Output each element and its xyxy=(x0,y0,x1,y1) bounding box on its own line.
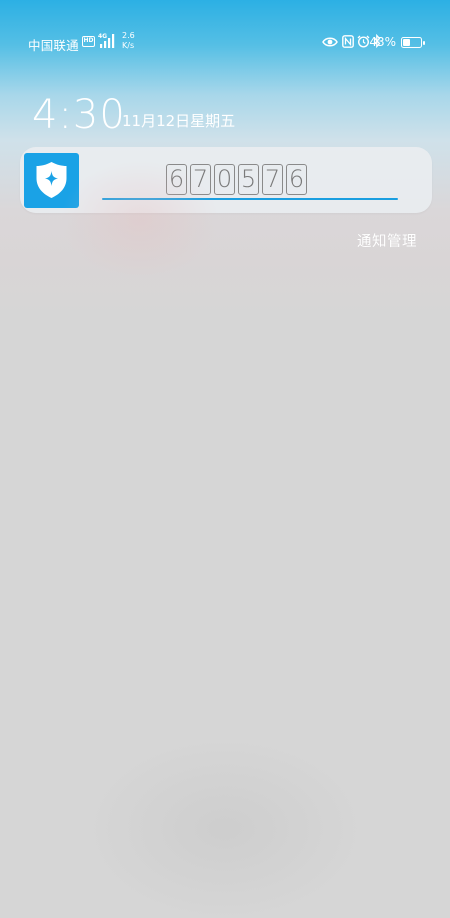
carrier-name: 中国联通 xyxy=(28,38,79,53)
lockscreen-time: 4:30 xyxy=(32,92,126,138)
eye-icon xyxy=(322,37,338,47)
network-speed: 2.6 K/s xyxy=(122,31,135,51)
code-digit: 7 xyxy=(190,164,211,195)
status-bar: 中国联通 HD 4G 2.6 K/s 43% xyxy=(0,28,450,56)
battery-percent: 43% xyxy=(369,35,396,49)
lockscreen-date: 11月12日星期五 xyxy=(122,112,236,130)
background-glow xyxy=(60,720,390,918)
shield-star-icon xyxy=(36,162,67,198)
signal-icon xyxy=(100,34,115,48)
code-digit: 6 xyxy=(286,164,307,195)
hd-badge: HD xyxy=(82,36,95,47)
lock-screen: 中国联通 HD 4G 2.6 K/s 43% 4:30 11月12日星期五 6 … xyxy=(0,0,450,918)
speed-value: 2.6 xyxy=(122,31,135,40)
code-digit: 6 xyxy=(166,164,187,195)
code-underline xyxy=(102,198,398,200)
verification-code-notification[interactable]: 670576 xyxy=(20,147,432,213)
speed-unit: K/s xyxy=(122,41,135,50)
battery-icon xyxy=(401,37,425,48)
notification-management-button[interactable]: 通知管理 xyxy=(357,230,417,251)
code-digit: 0 xyxy=(214,164,235,195)
app-icon xyxy=(24,153,79,208)
code-digit: 7 xyxy=(262,164,283,195)
alarm-icon xyxy=(357,35,370,48)
code-digit: 5 xyxy=(238,164,259,195)
nfc-icon xyxy=(342,35,354,48)
battery-fill xyxy=(403,39,410,46)
verification-code: 670576 xyxy=(166,164,307,198)
